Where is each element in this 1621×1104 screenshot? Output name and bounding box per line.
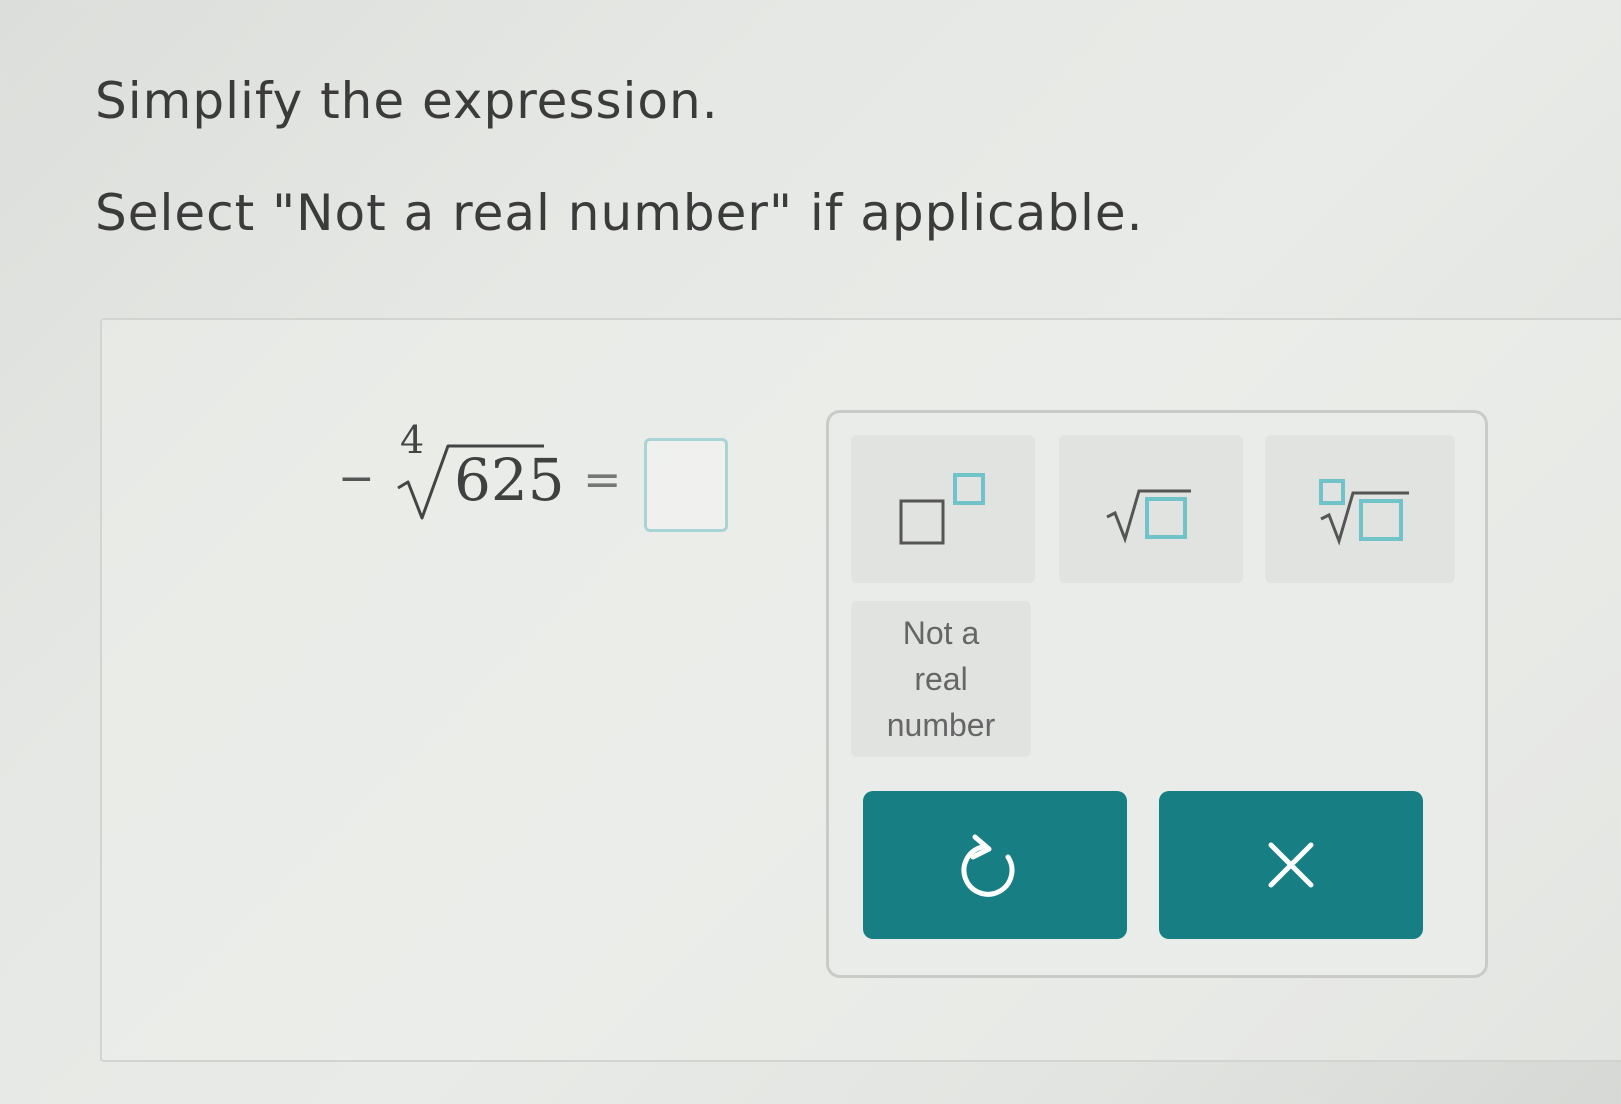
undo-button[interactable]: [863, 791, 1127, 939]
clear-button[interactable]: [1159, 791, 1423, 939]
equals-sign: =: [583, 452, 622, 506]
exponent-template-icon: [899, 473, 985, 545]
square-root-template-icon: [1106, 489, 1191, 544]
exponent-button[interactable]: [851, 435, 1035, 583]
nth-root-template-icon: [1319, 479, 1409, 546]
math-keypad: Not a real number: [826, 410, 1488, 978]
square-root-button[interactable]: [1059, 435, 1243, 583]
close-icon: [1268, 842, 1314, 888]
instruction-line-1: Simplify the expression.: [95, 72, 719, 130]
answer-input[interactable]: [644, 438, 728, 532]
negative-sign: −: [338, 453, 375, 504]
undo-icon: [961, 834, 1015, 897]
not-a-real-number-button[interactable]: Not a real number: [851, 601, 1031, 757]
radicand: 625: [454, 446, 565, 514]
nth-root-button[interactable]: [1265, 435, 1455, 583]
instruction-line-2: Select "Not a real number" if applicable…: [95, 184, 1144, 242]
